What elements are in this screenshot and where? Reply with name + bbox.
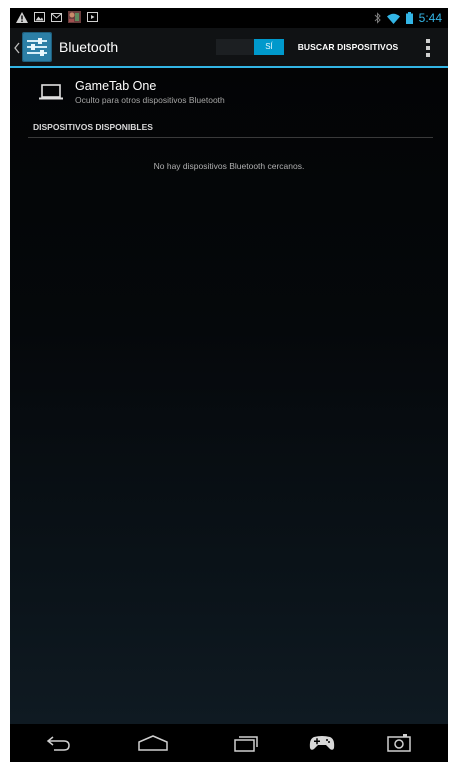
- status-bar: 5:44: [10, 8, 448, 28]
- device-visibility-status: Oculto para otros dispositivos Bluetooth: [75, 95, 225, 105]
- scan-devices-button[interactable]: BUSCAR DISPOSITIVOS: [292, 38, 404, 56]
- mail-icon: [51, 12, 62, 22]
- gamepad-icon[interactable]: [308, 732, 336, 754]
- screenshot-icon[interactable]: [386, 732, 412, 754]
- notification-icons: [16, 11, 98, 23]
- toggle-on-label: SÍ: [254, 39, 284, 55]
- device-name: GameTab One: [75, 79, 157, 93]
- bluetooth-settings-content: GameTab One Oculto para otros dispositiv…: [10, 68, 448, 724]
- battery-icon: [405, 12, 413, 24]
- recents-icon[interactable]: [232, 732, 260, 754]
- available-devices-header: DISPOSITIVOS DISPONIBLES: [33, 122, 153, 132]
- settings-app-icon[interactable]: [22, 32, 52, 62]
- system-icons: 5:44: [374, 10, 442, 26]
- action-bar: Bluetooth SÍ BUSCAR DISPOSITIVOS: [10, 28, 448, 68]
- clock: 5:44: [418, 11, 442, 25]
- wifi-icon: [386, 13, 400, 24]
- bluetooth-toggle[interactable]: SÍ: [216, 39, 284, 55]
- device-screen: 5:44 Bluetooth SÍ BUSCAR DISPOSITIVOS Ga…: [10, 8, 448, 762]
- laptop-icon: [38, 82, 64, 102]
- bluetooth-icon: [374, 12, 381, 24]
- no-devices-message: No hay dispositivos Bluetooth cercanos.: [153, 161, 305, 171]
- page-title: Bluetooth: [59, 39, 119, 55]
- image-icon: [34, 12, 45, 22]
- warning-icon: [16, 11, 28, 23]
- game-notification-icon: [68, 11, 81, 23]
- home-icon[interactable]: [137, 732, 169, 754]
- section-divider: [28, 137, 433, 138]
- navigation-bar: [10, 724, 448, 762]
- overflow-menu-icon[interactable]: [422, 38, 434, 58]
- video-icon: [87, 12, 98, 22]
- this-device-row[interactable]: GameTab One Oculto para otros dispositiv…: [10, 68, 448, 120]
- back-icon[interactable]: [44, 732, 72, 754]
